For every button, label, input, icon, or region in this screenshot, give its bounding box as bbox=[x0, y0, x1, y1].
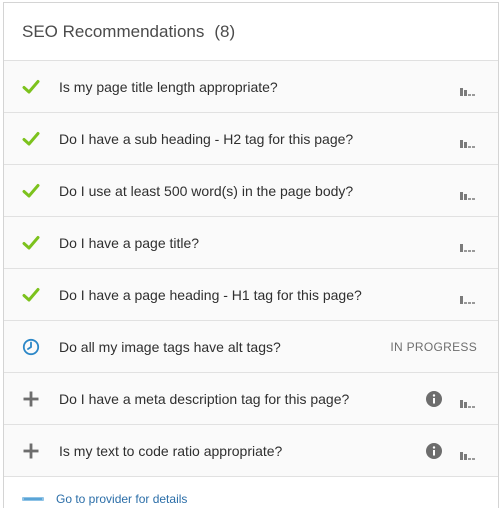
recommendation-label: Is my page title length appropriate? bbox=[59, 78, 278, 95]
recommendation-label: Do I use at least 500 word(s) in the pag… bbox=[59, 182, 354, 199]
impact-bars-icon bbox=[460, 83, 476, 96]
impact-bars-icon bbox=[460, 395, 476, 408]
impact-bars-icon bbox=[460, 187, 476, 200]
recommendation-row: Do I have a page heading - H1 tag for th… bbox=[4, 269, 498, 321]
check-icon bbox=[22, 182, 40, 200]
recommendation-label: Do I have a page heading - H1 tag for th… bbox=[59, 286, 362, 303]
plus-icon[interactable] bbox=[22, 390, 40, 408]
recommendation-row: Do all my image tags have alt tags? IN PR… bbox=[4, 321, 498, 373]
recommendation-row[interactable]: Do I have a meta description tag for thi… bbox=[4, 373, 498, 425]
recommendation-label: Do I have a sub heading - H2 tag for thi… bbox=[59, 130, 354, 147]
recommendation-label: Is my text to code ratio appropriate? bbox=[59, 442, 283, 459]
provider-logo-icon bbox=[22, 497, 44, 501]
plus-icon[interactable] bbox=[22, 442, 40, 460]
recommendation-row: Do I use at least 500 word(s) in the pag… bbox=[4, 165, 498, 217]
check-icon bbox=[22, 234, 40, 252]
recommendation-count: (8) bbox=[214, 21, 236, 41]
seo-recommendations-panel: SEO Recommendations (8) Is my page title… bbox=[3, 2, 499, 521]
recommendation-row[interactable]: Is my text to code ratio appropriate? bbox=[4, 425, 498, 477]
status-text: IN PROGRESS bbox=[390, 339, 477, 354]
recommendation-row: Do I have a page title? bbox=[4, 217, 498, 269]
recommendation-label: Do all my image tags have alt tags? bbox=[59, 338, 281, 355]
clock-icon bbox=[22, 338, 40, 356]
panel-footer: Go to provider for details bbox=[4, 477, 498, 521]
check-icon bbox=[22, 286, 40, 304]
recommendation-row: Do I have a sub heading - H2 tag for thi… bbox=[4, 113, 498, 165]
info-icon[interactable] bbox=[426, 390, 442, 407]
go-to-provider-link[interactable]: Go to provider for details bbox=[56, 492, 187, 506]
recommendation-row: Is my page title length appropriate? bbox=[4, 61, 498, 113]
info-icon[interactable] bbox=[426, 442, 442, 459]
impact-bars-icon bbox=[460, 135, 476, 148]
recommendation-list: Is my page title length appropriate? Do I… bbox=[4, 61, 498, 477]
impact-bars-icon bbox=[460, 239, 476, 252]
recommendation-label: Do I have a meta description tag for thi… bbox=[59, 390, 350, 407]
panel-header: SEO Recommendations (8) bbox=[4, 3, 498, 61]
recommendation-label: Do I have a page title? bbox=[59, 234, 200, 251]
check-icon bbox=[22, 78, 40, 96]
check-icon bbox=[22, 130, 40, 148]
panel-title: SEO Recommendations bbox=[22, 21, 205, 41]
impact-bars-icon bbox=[460, 447, 476, 460]
impact-bars-icon bbox=[460, 291, 476, 304]
